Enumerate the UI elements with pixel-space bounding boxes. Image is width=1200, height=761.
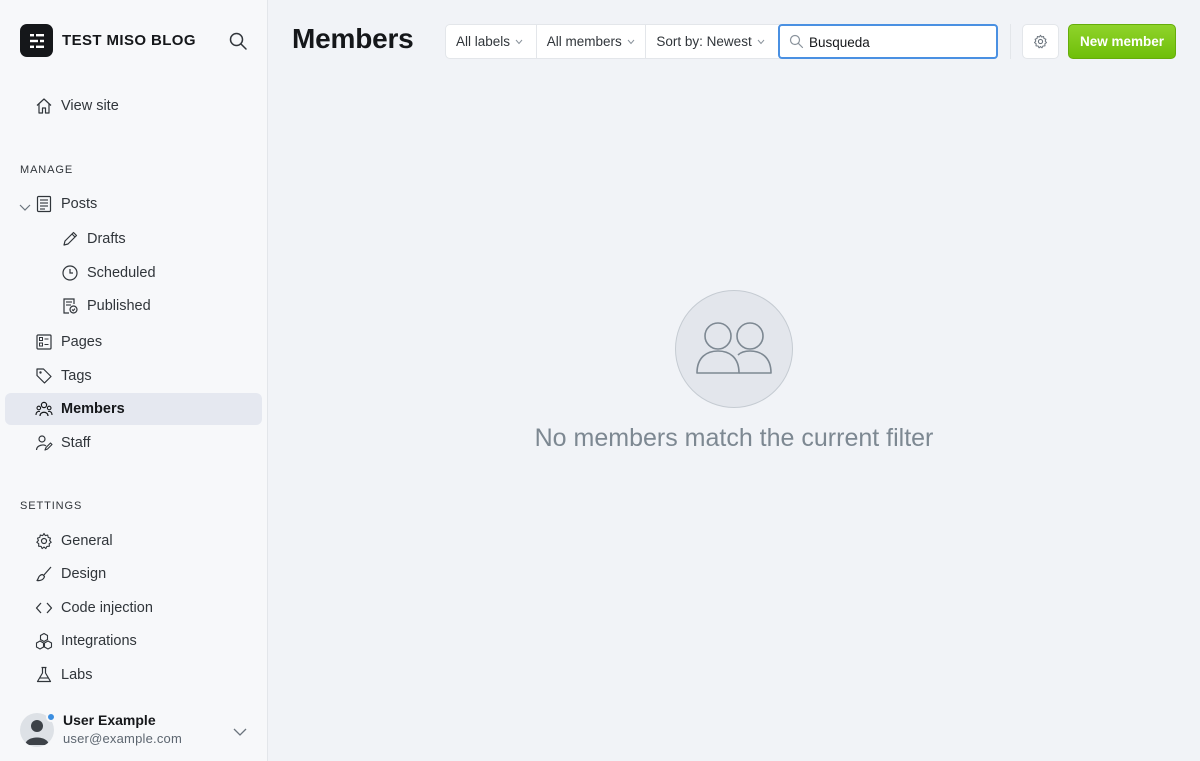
members-icon [35,400,53,418]
search-input[interactable] [809,32,989,52]
section-title-manage: MANAGE [20,164,74,176]
sidebar-item-design[interactable]: Design [5,558,262,590]
sidebar-item-view-site[interactable]: View site [5,90,262,122]
members-filter-dropdown[interactable]: All members [537,25,647,58]
published-icon [61,297,79,315]
tag-icon [35,367,53,385]
chevron-down-icon [627,39,635,44]
empty-state-message: No members match the current filter [534,424,934,452]
gear-icon [1034,34,1047,49]
sidebar: TEST MISO BLOG View site MANAGE Posts Dr… [0,0,268,761]
sidebar-item-pages[interactable]: Pages [5,326,262,358]
sidebar-item-posts[interactable]: Posts [5,188,262,220]
new-member-button[interactable]: New member [1068,24,1176,59]
sidebar-item-label: Design [61,566,107,582]
sidebar-item-label: Staff [61,435,91,451]
sidebar-item-label: Published [87,298,151,314]
page-title: Members [292,23,414,54]
sort-dropdown[interactable]: Sort by: Newest [646,25,779,58]
pencil-icon [61,230,79,248]
sidebar-item-staff[interactable]: Staff [5,427,262,459]
user-menu[interactable]: User Example user@example.com [20,711,250,749]
labels-filter-label: All labels [456,34,511,49]
pages-icon [35,333,53,351]
sidebar-item-code-injection[interactable]: Code injection [5,592,262,624]
clock-icon [61,264,79,282]
brand[interactable]: TEST MISO BLOG [20,24,196,57]
sidebar-item-members[interactable]: Members [5,393,262,425]
notification-dot [46,712,56,722]
header-divider [1010,24,1011,59]
sidebar-item-label: Posts [61,196,98,212]
members-icon [696,322,772,374]
empty-state-illustration [675,290,793,408]
flask-icon [35,666,53,684]
user-name: User Example [63,712,156,728]
chevron-down-icon[interactable] [233,724,247,736]
sidebar-item-label: General [61,533,113,549]
sidebar-search-icon[interactable] [228,31,248,51]
sidebar-item-tags[interactable]: Tags [5,360,262,392]
sidebar-item-label: Tags [61,368,92,384]
sidebar-item-label: Labs [61,667,93,683]
sidebar-item-label: View site [61,98,119,114]
sidebar-item-label: Integrations [61,633,137,649]
chevron-down-icon [515,39,523,44]
search-field[interactable] [778,24,998,59]
members-settings-button[interactable] [1022,24,1059,59]
brand-logo-icon [20,24,53,57]
home-icon [35,97,53,115]
staff-icon [35,434,53,452]
code-icon [35,599,53,617]
labels-filter-dropdown[interactable]: All labels [446,25,537,58]
sidebar-item-label: Code injection [61,600,153,616]
sidebar-item-label: Members [61,401,125,417]
integrations-icon [35,632,53,650]
chevron-down-icon [757,39,765,44]
filter-group: All labels All members Sort by: Newest [445,24,780,59]
chevron-down-icon[interactable] [19,199,31,211]
sidebar-item-label: Scheduled [87,265,156,281]
sidebar-item-label: Pages [61,334,103,350]
sidebar-item-published[interactable]: Published [5,290,262,322]
sidebar-item-integrations[interactable]: Integrations [5,625,262,657]
sidebar-item-label: Drafts [87,231,126,247]
sidebar-item-general[interactable]: General [5,525,262,557]
members-filter-label: All members [546,34,622,49]
posts-icon [35,195,53,213]
user-email: user@example.com [63,731,182,746]
gear-icon [35,532,53,550]
brand-title: TEST MISO BLOG [62,32,196,49]
search-icon [789,34,804,49]
section-title-settings: SETTINGS [20,500,83,512]
sidebar-item-drafts[interactable]: Drafts [5,223,262,255]
brush-icon [35,565,53,583]
sidebar-item-scheduled[interactable]: Scheduled [5,257,262,289]
sidebar-item-labs[interactable]: Labs [5,659,262,691]
sort-label: Sort by: Newest [656,34,752,49]
